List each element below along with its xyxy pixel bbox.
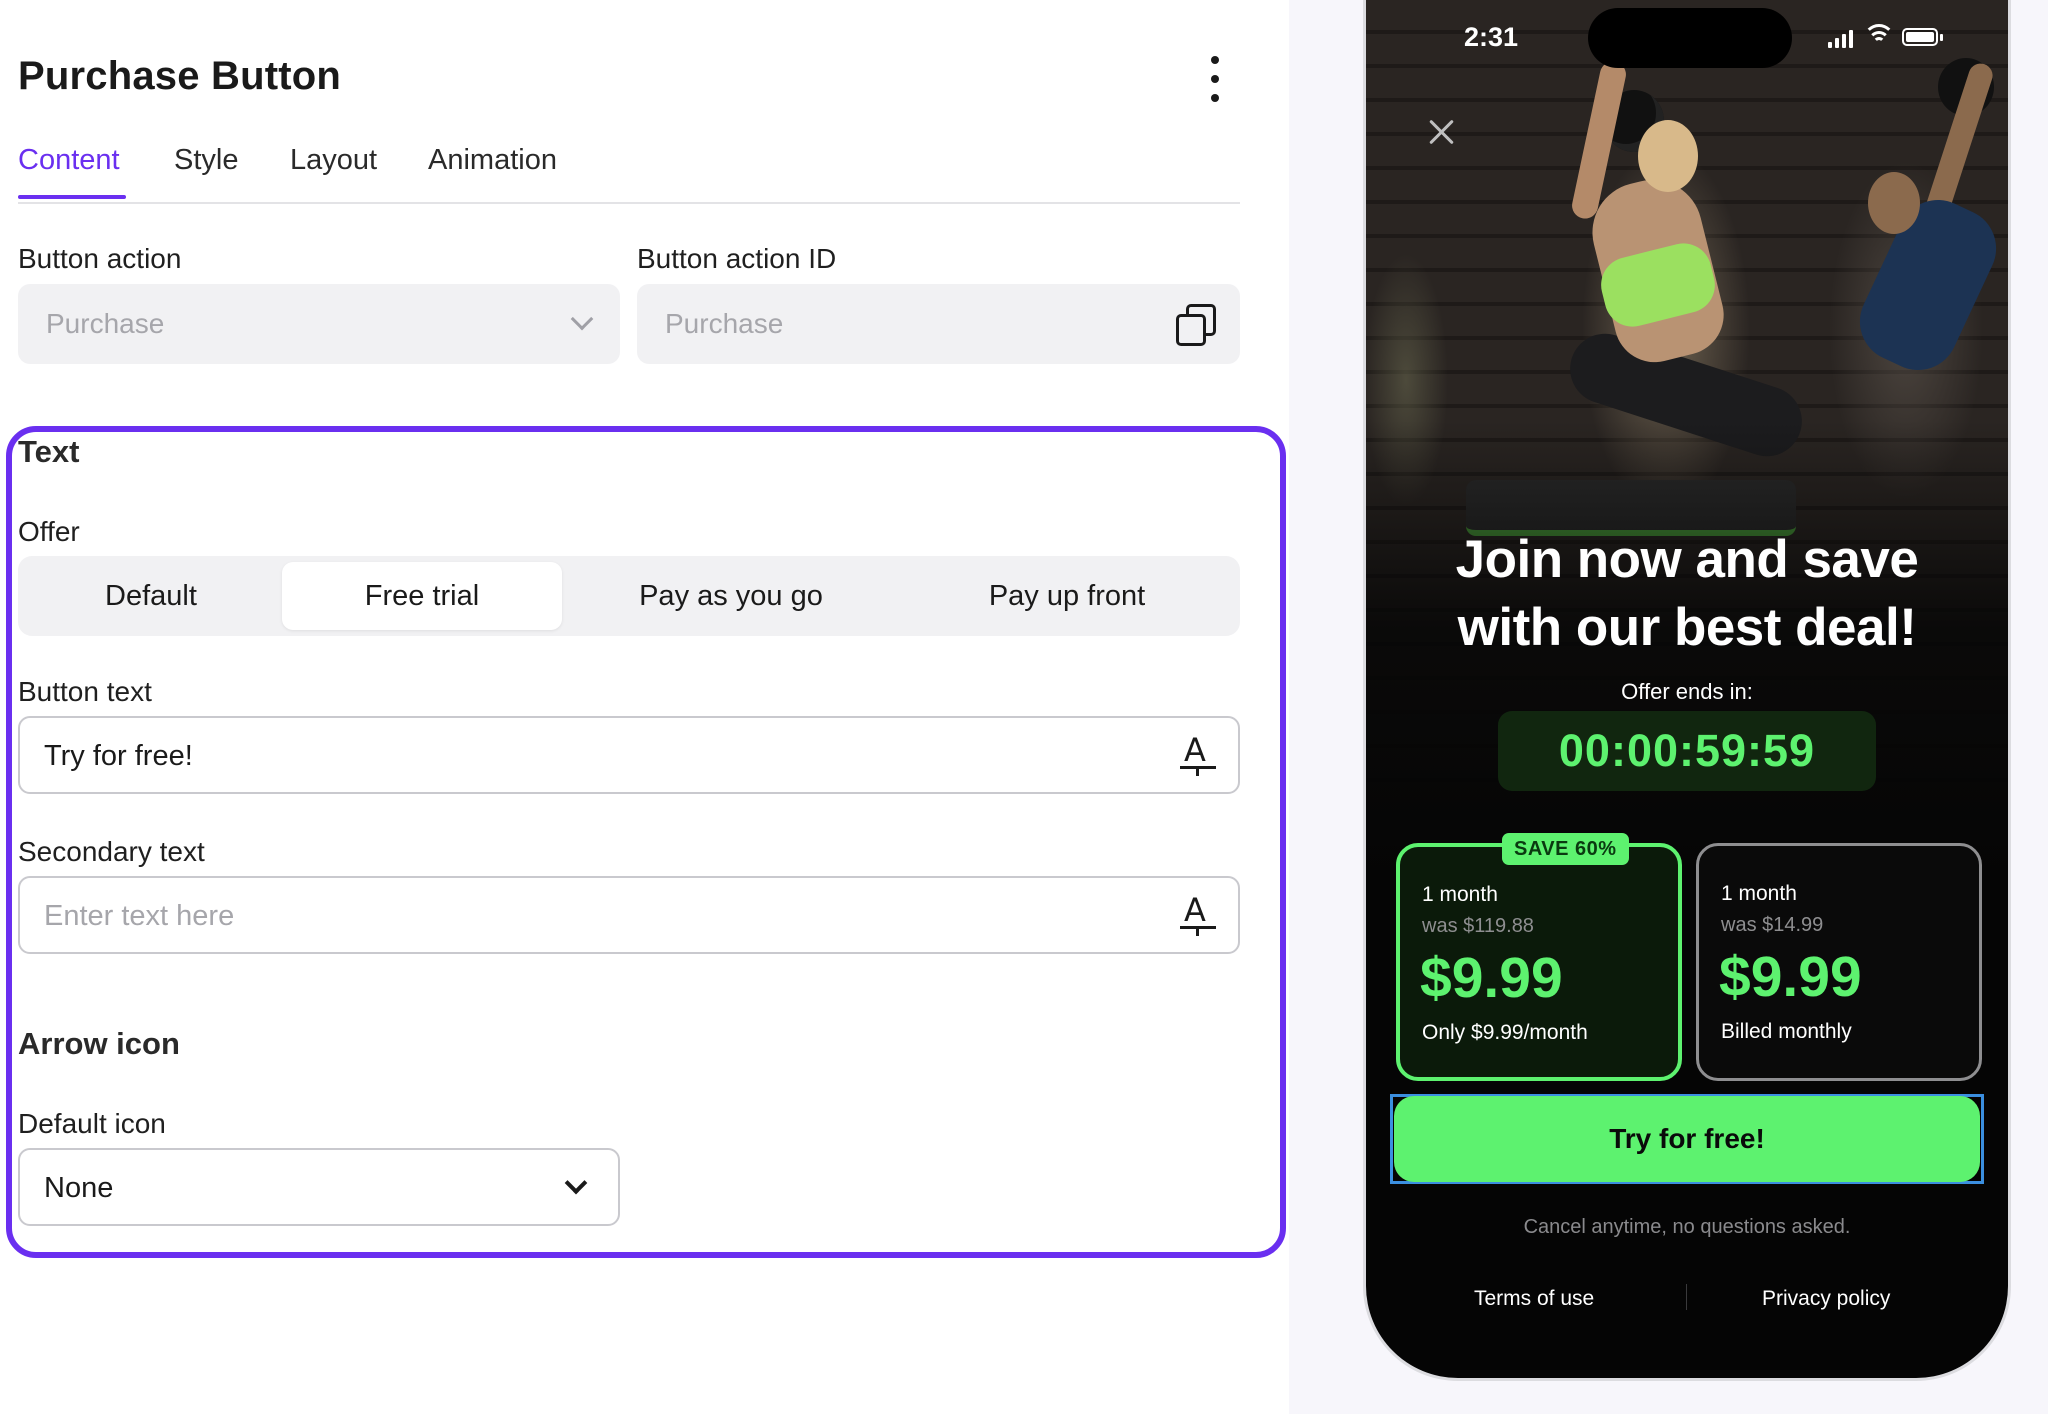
wifi-icon: [1863, 24, 1895, 46]
offer-ends-label: Offer ends in:: [1621, 679, 1753, 704]
secondary-text-label: Secondary text: [18, 836, 205, 867]
text-section-title: Text: [18, 434, 80, 469]
tab-style[interactable]: Style: [174, 144, 238, 177]
secondary-text-placeholder: Enter text here: [44, 900, 235, 932]
default-icon-value: None: [44, 1172, 114, 1204]
battery-icon: [1902, 28, 1938, 46]
athlete-image: [1638, 120, 1698, 192]
text-format-icon[interactable]: A: [1178, 891, 1218, 937]
close-icon[interactable]: [1428, 118, 1456, 146]
plan-note: Only $9.99/month: [1422, 1021, 1588, 1044]
footer-divider: [1686, 1284, 1687, 1310]
chevron-down-icon: [564, 1171, 588, 1195]
plan-card-selected[interactable]: SAVE 60% 1 month was $119.88 $9.99 Only …: [1396, 833, 1682, 1081]
plan-price: $9.99: [1719, 945, 1862, 1009]
secondary-text-input[interactable]: Enter text here A: [18, 876, 1240, 954]
button-text-value: Try for free!: [44, 740, 193, 772]
tab-animation[interactable]: Animation: [428, 144, 557, 177]
button-action-id-field: Purchase: [637, 284, 1240, 364]
athlete-image: [1868, 172, 1920, 234]
copy-icon[interactable]: [1176, 304, 1216, 346]
text-format-icon[interactable]: A: [1178, 731, 1218, 777]
headline-line-2: with our best deal!: [1457, 598, 1917, 657]
try-for-free-button[interactable]: Try for free!: [1394, 1096, 1980, 1182]
plan-note: Billed monthly: [1721, 1020, 1852, 1043]
more-options-icon[interactable]: [1200, 56, 1230, 102]
plan-term: 1 month: [1422, 883, 1498, 906]
offer-option-default[interactable]: Default: [24, 562, 278, 630]
arrow-icon-section-title: Arrow icon: [18, 1026, 180, 1061]
privacy-policy-link[interactable]: Privacy policy: [1762, 1287, 1890, 1311]
plan-was-price: was $119.88: [1422, 915, 1534, 937]
offer-option-pay-as-you-go[interactable]: Pay as you go: [566, 562, 896, 630]
button-text-label: Button text: [18, 676, 152, 707]
button-action-id-label: Button action ID: [637, 243, 837, 274]
default-icon-label: Default icon: [18, 1108, 166, 1139]
status-time: 2:31: [1464, 22, 1519, 52]
plan-was-price: was $14.99: [1721, 914, 1824, 936]
headline-line-1: Join now and save: [1455, 530, 1919, 589]
panel-title: Purchase Button: [18, 54, 342, 98]
plan-term: 1 month: [1721, 882, 1797, 905]
offer-segmented-control: Default Free trial Pay as you go Pay up …: [18, 556, 1240, 636]
plan-card[interactable]: 1 month was $14.99 $9.99 Billed monthly: [1696, 843, 1982, 1081]
active-tab-indicator: [18, 195, 126, 199]
offer-option-pay-up-front[interactable]: Pay up front: [900, 562, 1234, 630]
dynamic-island: [1588, 8, 1792, 68]
tab-content[interactable]: Content: [18, 144, 120, 177]
button-action-value: Purchase: [46, 308, 165, 339]
signal-icon: [1828, 30, 1854, 48]
offer-option-free-trial[interactable]: Free trial: [282, 562, 562, 630]
tab-bar: Content Style Layout Animation: [18, 144, 1240, 204]
button-action-select[interactable]: Purchase: [18, 284, 620, 364]
default-icon-select[interactable]: None: [18, 1148, 620, 1226]
terms-of-use-link[interactable]: Terms of use: [1474, 1287, 1594, 1311]
plan-price: $9.99: [1420, 946, 1563, 1010]
button-text-input[interactable]: Try for free! A: [18, 716, 1240, 794]
phone-preview: 2:31 Join now and save with our best dea…: [1366, 0, 2008, 1378]
battery-tip: [1940, 34, 1943, 41]
button-action-id-value: Purchase: [665, 308, 784, 339]
chevron-down-icon: [570, 307, 594, 331]
paywall-headline: Join now and save with our best deal!: [1366, 526, 2008, 662]
button-action-label: Button action: [18, 243, 182, 274]
offer-label: Offer: [18, 516, 80, 547]
countdown-timer: 00:00:59:59: [1498, 711, 1876, 791]
save-badge: SAVE 60%: [1502, 833, 1629, 865]
cancel-note: Cancel anytime, no questions asked.: [1523, 1216, 1851, 1238]
tab-layout[interactable]: Layout: [290, 144, 377, 177]
